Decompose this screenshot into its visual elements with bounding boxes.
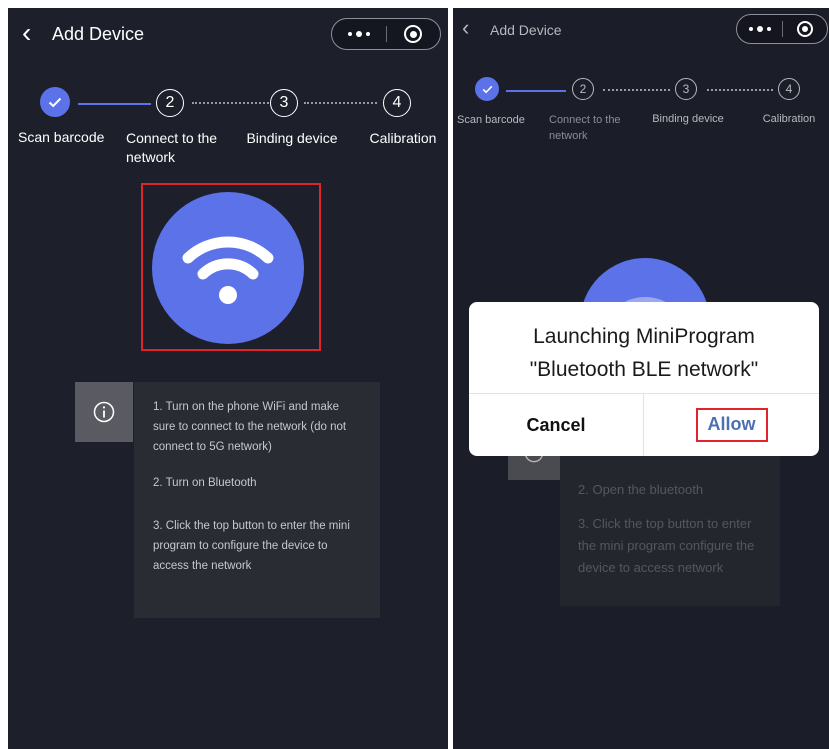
instruction-line: access the network (153, 560, 252, 572)
wifi-highlight-box[interactable] (141, 183, 321, 351)
cancel-button[interactable]: Cancel (469, 394, 643, 456)
instruction-line: 1. Turn on the phone WiFi and make (153, 401, 340, 413)
instruction-line: the mini program configure the (578, 538, 755, 553)
dialog-title-line1: Launching MiniProgram (533, 325, 755, 348)
instruction-line: 2. Open the bluetooth (578, 482, 704, 497)
step-2-circle: 2 (572, 78, 594, 100)
more-options-icon[interactable] (737, 15, 782, 43)
instruction-line: program to configure the device to (153, 540, 328, 552)
page-title: Add Device (52, 24, 145, 44)
back-chevron-icon[interactable]: ‹ (462, 17, 469, 39)
step-3-label: Binding device (246, 130, 338, 146)
step-3-circle: 3 (270, 89, 298, 117)
allow-button-label: Allow (695, 408, 768, 442)
step-connector-3 (707, 89, 773, 91)
step-3-circle: 3 (675, 78, 697, 100)
wifi-button[interactable] (152, 192, 304, 344)
allow-button[interactable]: Allow (644, 394, 819, 456)
miniprogram-capsule (331, 18, 441, 50)
close-miniprogram-icon[interactable] (386, 19, 440, 49)
step-1-done-icon (475, 77, 499, 101)
instructions-panel: 1. Turn on the phone WiFi and make sure … (134, 382, 380, 618)
more-options-icon[interactable] (332, 19, 386, 49)
step-4-label: Calibration (762, 113, 816, 125)
step-3-label: Binding device (652, 113, 724, 125)
close-miniprogram-icon[interactable] (782, 15, 827, 43)
step-connector-3 (304, 102, 377, 104)
step-1-label: Scan barcode (18, 129, 105, 145)
instruction-line: device to access network (578, 560, 724, 575)
info-icon (93, 401, 115, 423)
step-4-circle: 4 (383, 89, 411, 117)
step-1-label: Scan barcode (457, 114, 525, 126)
step-4-label: Calibration (369, 130, 437, 146)
wifi-icon (182, 236, 274, 304)
instruction-line: connect to 5G network) (153, 441, 272, 453)
step-2-label: Connect to the network (126, 130, 218, 165)
dialog-title-line2: "Bluetooth BLE network" (529, 358, 759, 381)
step-connector-1 (506, 90, 566, 92)
step-1-done-icon (40, 87, 70, 117)
checkmark-icon (482, 85, 492, 93)
back-chevron-icon[interactable]: ‹ (22, 19, 31, 47)
info-icon-box (75, 382, 133, 442)
instruction-line: 3. Click the top button to enter (578, 516, 752, 531)
step-connector-1 (78, 103, 151, 105)
step-connector-2 (603, 89, 670, 91)
instruction-line: sure to connect to the network (do not (153, 421, 347, 433)
miniprogram-capsule (736, 14, 828, 44)
launch-miniprogram-dialog: Launching MiniProgram "Bluetooth BLE net… (469, 302, 819, 456)
page-title: Add Device (490, 22, 562, 38)
instruction-line: 2. Turn on Bluetooth (153, 477, 257, 489)
step-connector-2 (192, 102, 269, 104)
step-2-circle: 2 (156, 89, 184, 117)
step-2-label-line2: network (549, 130, 588, 142)
left-phone-screen: ‹ Add Device 2 3 4 Scan barcode Connect … (8, 8, 448, 749)
step-4-circle: 4 (778, 78, 800, 100)
checkmark-icon (48, 97, 62, 107)
step-2-label-line1: Connect to the (549, 114, 621, 126)
instruction-line: 3. Click the top button to enter the min… (153, 520, 350, 532)
